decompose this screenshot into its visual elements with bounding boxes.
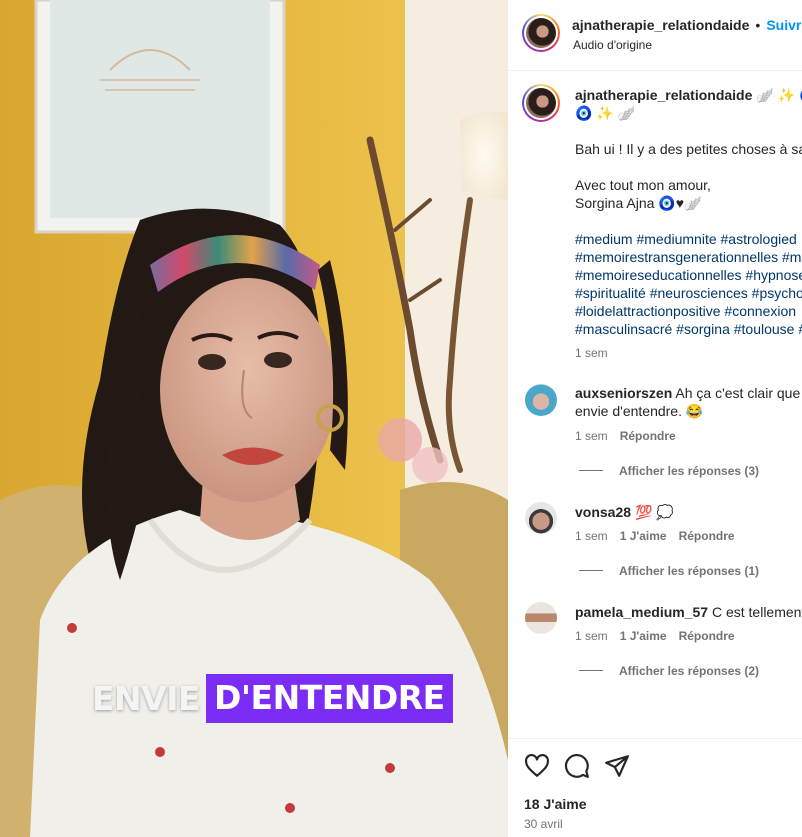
reply-button[interactable]: Répondre (679, 629, 735, 643)
comment-text: vonsa28 💯 💭 (575, 503, 674, 521)
caption-username[interactable]: ajnatherapie_relationdaide (575, 87, 752, 103)
comment-icon[interactable] (564, 753, 590, 779)
hashtag-line[interactable]: #memoirestransgenerationnelles #m (575, 248, 802, 266)
view-replies-button[interactable]: Afficher les réponses (2) (619, 664, 759, 678)
header-username[interactable]: ajnatherapie_relationdaide (572, 17, 749, 33)
comment-time[interactable]: 1 sem (575, 429, 608, 443)
reply-button[interactable]: Répondre (620, 429, 676, 443)
post-details-panel: ajnatherapie_relationdaide • Suivre Audi… (508, 0, 802, 837)
comment-username[interactable]: pamela_medium_57 (575, 604, 708, 620)
caption-emoji-inline: 🪽 ✨ 🧿 (756, 87, 802, 103)
comment-meta: 1 sem 1 J'aime Répondre (575, 629, 735, 643)
comment-likes[interactable]: 1 J'aime (620, 529, 667, 543)
comment-username[interactable]: auxseniorszen (575, 385, 672, 401)
video-caption: ENVIE D'ENTENDRE (86, 674, 453, 723)
comment-text: auxseniorszen Ah ça c'est clair que tu (575, 384, 802, 402)
comment-time[interactable]: 1 sem (575, 529, 608, 543)
view-replies-button[interactable]: Afficher les réponses (1) (619, 564, 759, 578)
post-actions: 18 J'aime 30 avril (508, 738, 802, 837)
heart-icon[interactable] (524, 753, 550, 779)
hashtag-line[interactable]: #loidelattractionpositive #connexion (575, 302, 802, 320)
comment-meta: 1 sem Répondre (575, 429, 676, 443)
replies-divider (579, 570, 603, 571)
caption-author-avatar[interactable] (522, 84, 560, 122)
author-avatar[interactable] (522, 14, 560, 52)
hashtag-line[interactable]: #medium #mediumnite #astrologied (575, 230, 802, 248)
caption-author-line: ajnatherapie_relationdaide 🪽 ✨ 🧿 (575, 86, 802, 104)
caption-word-envie: ENVIE (92, 679, 201, 718)
header-separator: • (755, 17, 761, 33)
replies-divider (579, 670, 603, 671)
comment-meta: 1 sem 1 J'aime Répondre (575, 529, 735, 543)
post-header: ajnatherapie_relationdaide • Suivre Audi… (508, 0, 802, 71)
comment-text: pamela_medium_57 C est tellement (575, 603, 802, 621)
hashtag-line[interactable]: #masculinsacré #sorgina #toulouse # (575, 320, 802, 338)
comment-body: 💯 💭 (634, 504, 674, 520)
comment-body-continued: envie d'entendre. 😂 (575, 403, 704, 419)
post-date: 30 avril (524, 817, 563, 831)
comment-username[interactable]: vonsa28 (575, 504, 631, 520)
reel-video[interactable]: ENVIE D'ENTENDRE (0, 0, 508, 837)
reply-button[interactable]: Répondre (679, 529, 735, 543)
caption-text-line1: Bah ui ! Il y a des petites choses à sav (575, 141, 802, 157)
view-replies-button[interactable]: Afficher les réponses (3) (619, 464, 759, 478)
comment-time[interactable]: 1 sem (575, 629, 608, 643)
caption-text-line2: Avec tout mon amour, (575, 177, 711, 193)
comment-avatar[interactable] (525, 502, 557, 534)
caption-text-line3: Sorgina Ajna 🧿♥🪽 (575, 195, 702, 211)
comment-avatar[interactable] (525, 384, 557, 416)
share-icon[interactable] (604, 753, 630, 779)
caption-timestamp[interactable]: 1 sem (575, 346, 608, 360)
comment-body: Ah ça c'est clair que tu (675, 385, 802, 401)
comment-body: C est tellement (711, 604, 802, 620)
audio-link[interactable]: Audio d'origine (573, 38, 652, 52)
comment-likes[interactable]: 1 J'aime (620, 629, 667, 643)
likes-count[interactable]: 18 J'aime (524, 796, 587, 812)
caption-word-entendre: D'ENTENDRE (206, 674, 453, 723)
follow-button[interactable]: Suivre (766, 17, 802, 33)
hashtag-line[interactable]: #memoireseducationnelles #hypnose (575, 266, 802, 284)
hashtag-line[interactable]: #spiritualité #neurosciences #psycho (575, 284, 802, 302)
comment-avatar[interactable] (525, 602, 557, 634)
hashtag-block: #medium #mediumnite #astrologied #memoir… (575, 230, 802, 338)
caption-emoji-line: 🧿 ✨ 🪽 (575, 105, 636, 121)
replies-divider (579, 470, 603, 471)
